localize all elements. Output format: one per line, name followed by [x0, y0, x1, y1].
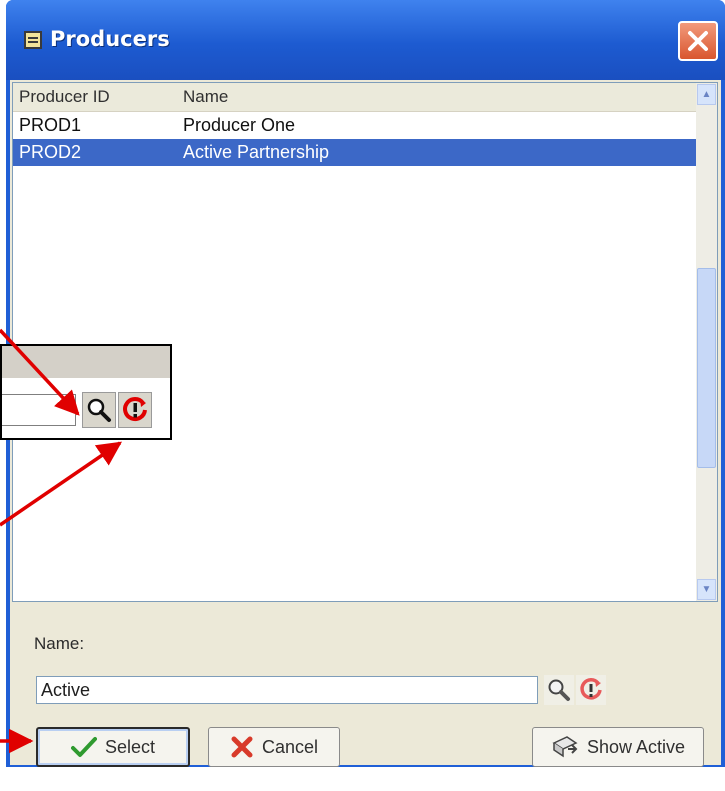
- show-active-icon: [552, 736, 578, 758]
- cancel-button-label: Cancel: [261, 736, 319, 757]
- select-button[interactable]: Select: [36, 727, 190, 767]
- close-button[interactable]: [678, 21, 718, 61]
- callout-strip: [2, 346, 170, 378]
- column-header-producer-id[interactable]: Producer ID: [19, 87, 110, 107]
- producers-list[interactable]: Producer ID Name PROD1 Producer One PROD…: [12, 82, 718, 602]
- search-icon: [548, 679, 570, 701]
- callout-reset-button: [118, 392, 152, 428]
- list-header: Producer ID Name: [13, 83, 697, 112]
- vertical-scrollbar[interactable]: ▲ ▼: [696, 83, 717, 601]
- reset-icon: [580, 678, 602, 700]
- cancel-button[interactable]: Cancel: [208, 727, 340, 767]
- close-icon: [688, 31, 708, 51]
- callout-input: [2, 394, 76, 426]
- producer-name-cell: Producer One: [183, 115, 296, 135]
- title-bar[interactable]: Producers: [6, 0, 725, 80]
- scroll-up-button[interactable]: ▲: [697, 84, 716, 105]
- column-header-name[interactable]: Name: [183, 87, 228, 107]
- name-label: Name:: [34, 634, 85, 653]
- select-button-label: Select: [104, 736, 156, 757]
- checkmark-icon: [70, 737, 97, 757]
- reset-button[interactable]: [576, 675, 606, 705]
- search-button[interactable]: [544, 675, 574, 705]
- reset-icon: [123, 397, 147, 422]
- producer-id-cell: PROD1: [19, 115, 82, 135]
- window-title: Producers: [50, 27, 170, 51]
- search-icon: [87, 398, 111, 422]
- show-active-button-label: Show Active: [586, 736, 686, 757]
- window-icon: [24, 31, 42, 49]
- zoom-callout: [0, 344, 172, 440]
- cancel-x-icon: [231, 736, 253, 758]
- list-row-prod1[interactable]: PROD1 Producer One: [13, 112, 697, 139]
- scroll-thumb[interactable]: [697, 268, 716, 468]
- scroll-down-button[interactable]: ▼: [697, 579, 716, 600]
- list-row-prod2[interactable]: PROD2 Active Partnership: [13, 139, 697, 166]
- callout-search-button: [82, 392, 116, 428]
- producer-name-cell: Active Partnership: [183, 142, 330, 162]
- show-active-button[interactable]: Show Active: [532, 727, 704, 767]
- producer-id-cell: PROD2: [19, 142, 82, 162]
- name-filter-input[interactable]: Active: [36, 676, 538, 704]
